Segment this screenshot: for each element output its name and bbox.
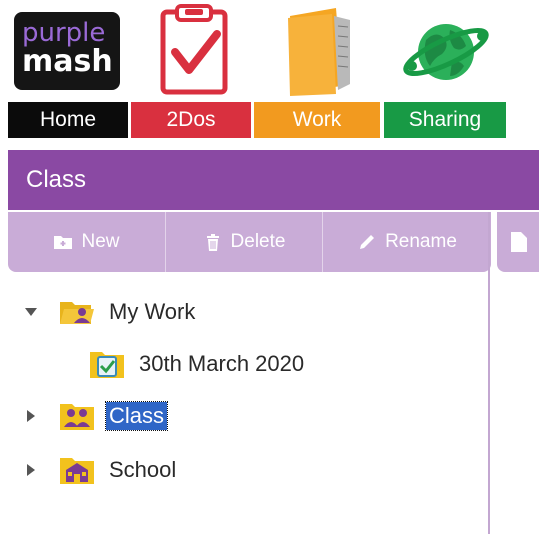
logo-text-purple: purple: [22, 18, 106, 48]
expand-arrow-right-icon[interactable]: [24, 409, 38, 423]
rename-button-label: Rename: [385, 231, 457, 252]
tree-item-class[interactable]: Class: [24, 396, 169, 436]
nav-work[interactable]: Work: [254, 0, 380, 140]
nav-home-label: Home: [8, 102, 128, 138]
globe-icon: [384, 0, 506, 102]
work-folder-icon: [254, 0, 380, 102]
expand-arrow-right-icon[interactable]: [24, 463, 38, 477]
pencil-icon: [360, 235, 375, 249]
tree-item-label-selected: Class: [104, 401, 169, 431]
tree-item-label: 30th March 2020: [139, 351, 305, 376]
nav-2dos[interactable]: 2Dos: [131, 0, 251, 140]
document-icon: [511, 232, 527, 252]
trash-icon: [206, 234, 219, 251]
rename-button[interactable]: Rename: [323, 212, 491, 272]
tree-item-school[interactable]: School: [24, 450, 179, 490]
school-folder-icon: [60, 458, 94, 484]
new-button-label: New: [81, 231, 120, 252]
nav-2dos-label: 2Dos: [131, 102, 251, 138]
new-button[interactable]: New: [8, 212, 166, 272]
secondary-toolbar: [497, 212, 539, 272]
pane-divider[interactable]: [488, 212, 490, 534]
tree-item-30th-march-2020[interactable]: 30th March 2020: [88, 344, 307, 384]
tree-item-my-work[interactable]: My Work: [24, 292, 198, 332]
tree-item-label: School: [109, 457, 177, 482]
todo-folder-icon: [90, 352, 124, 378]
window-title: Class: [8, 150, 539, 210]
delete-button-label: Delete: [230, 231, 286, 252]
delete-button[interactable]: Delete: [166, 212, 323, 272]
purple-mash-logo: purple mash: [8, 0, 128, 102]
file-browser-window: Class New Delete Rename My Work 30th Mar…: [8, 150, 539, 534]
new-folder-icon: [54, 236, 73, 249]
nav-work-label: Work: [254, 102, 380, 138]
nav-home[interactable]: purple mash Home: [8, 0, 128, 140]
folder-open-user-icon: [60, 302, 94, 324]
clipboard-check-icon: [131, 0, 251, 102]
logo-text-mash: mash: [22, 44, 113, 79]
tree-item-label: My Work: [109, 299, 196, 324]
toolbar: New Delete Rename: [8, 212, 491, 272]
expand-arrow-down-icon[interactable]: [24, 305, 38, 319]
nav-sharing-label: Sharing: [384, 102, 506, 138]
nav-sharing[interactable]: Sharing: [384, 0, 506, 140]
class-folder-icon: [60, 404, 94, 430]
